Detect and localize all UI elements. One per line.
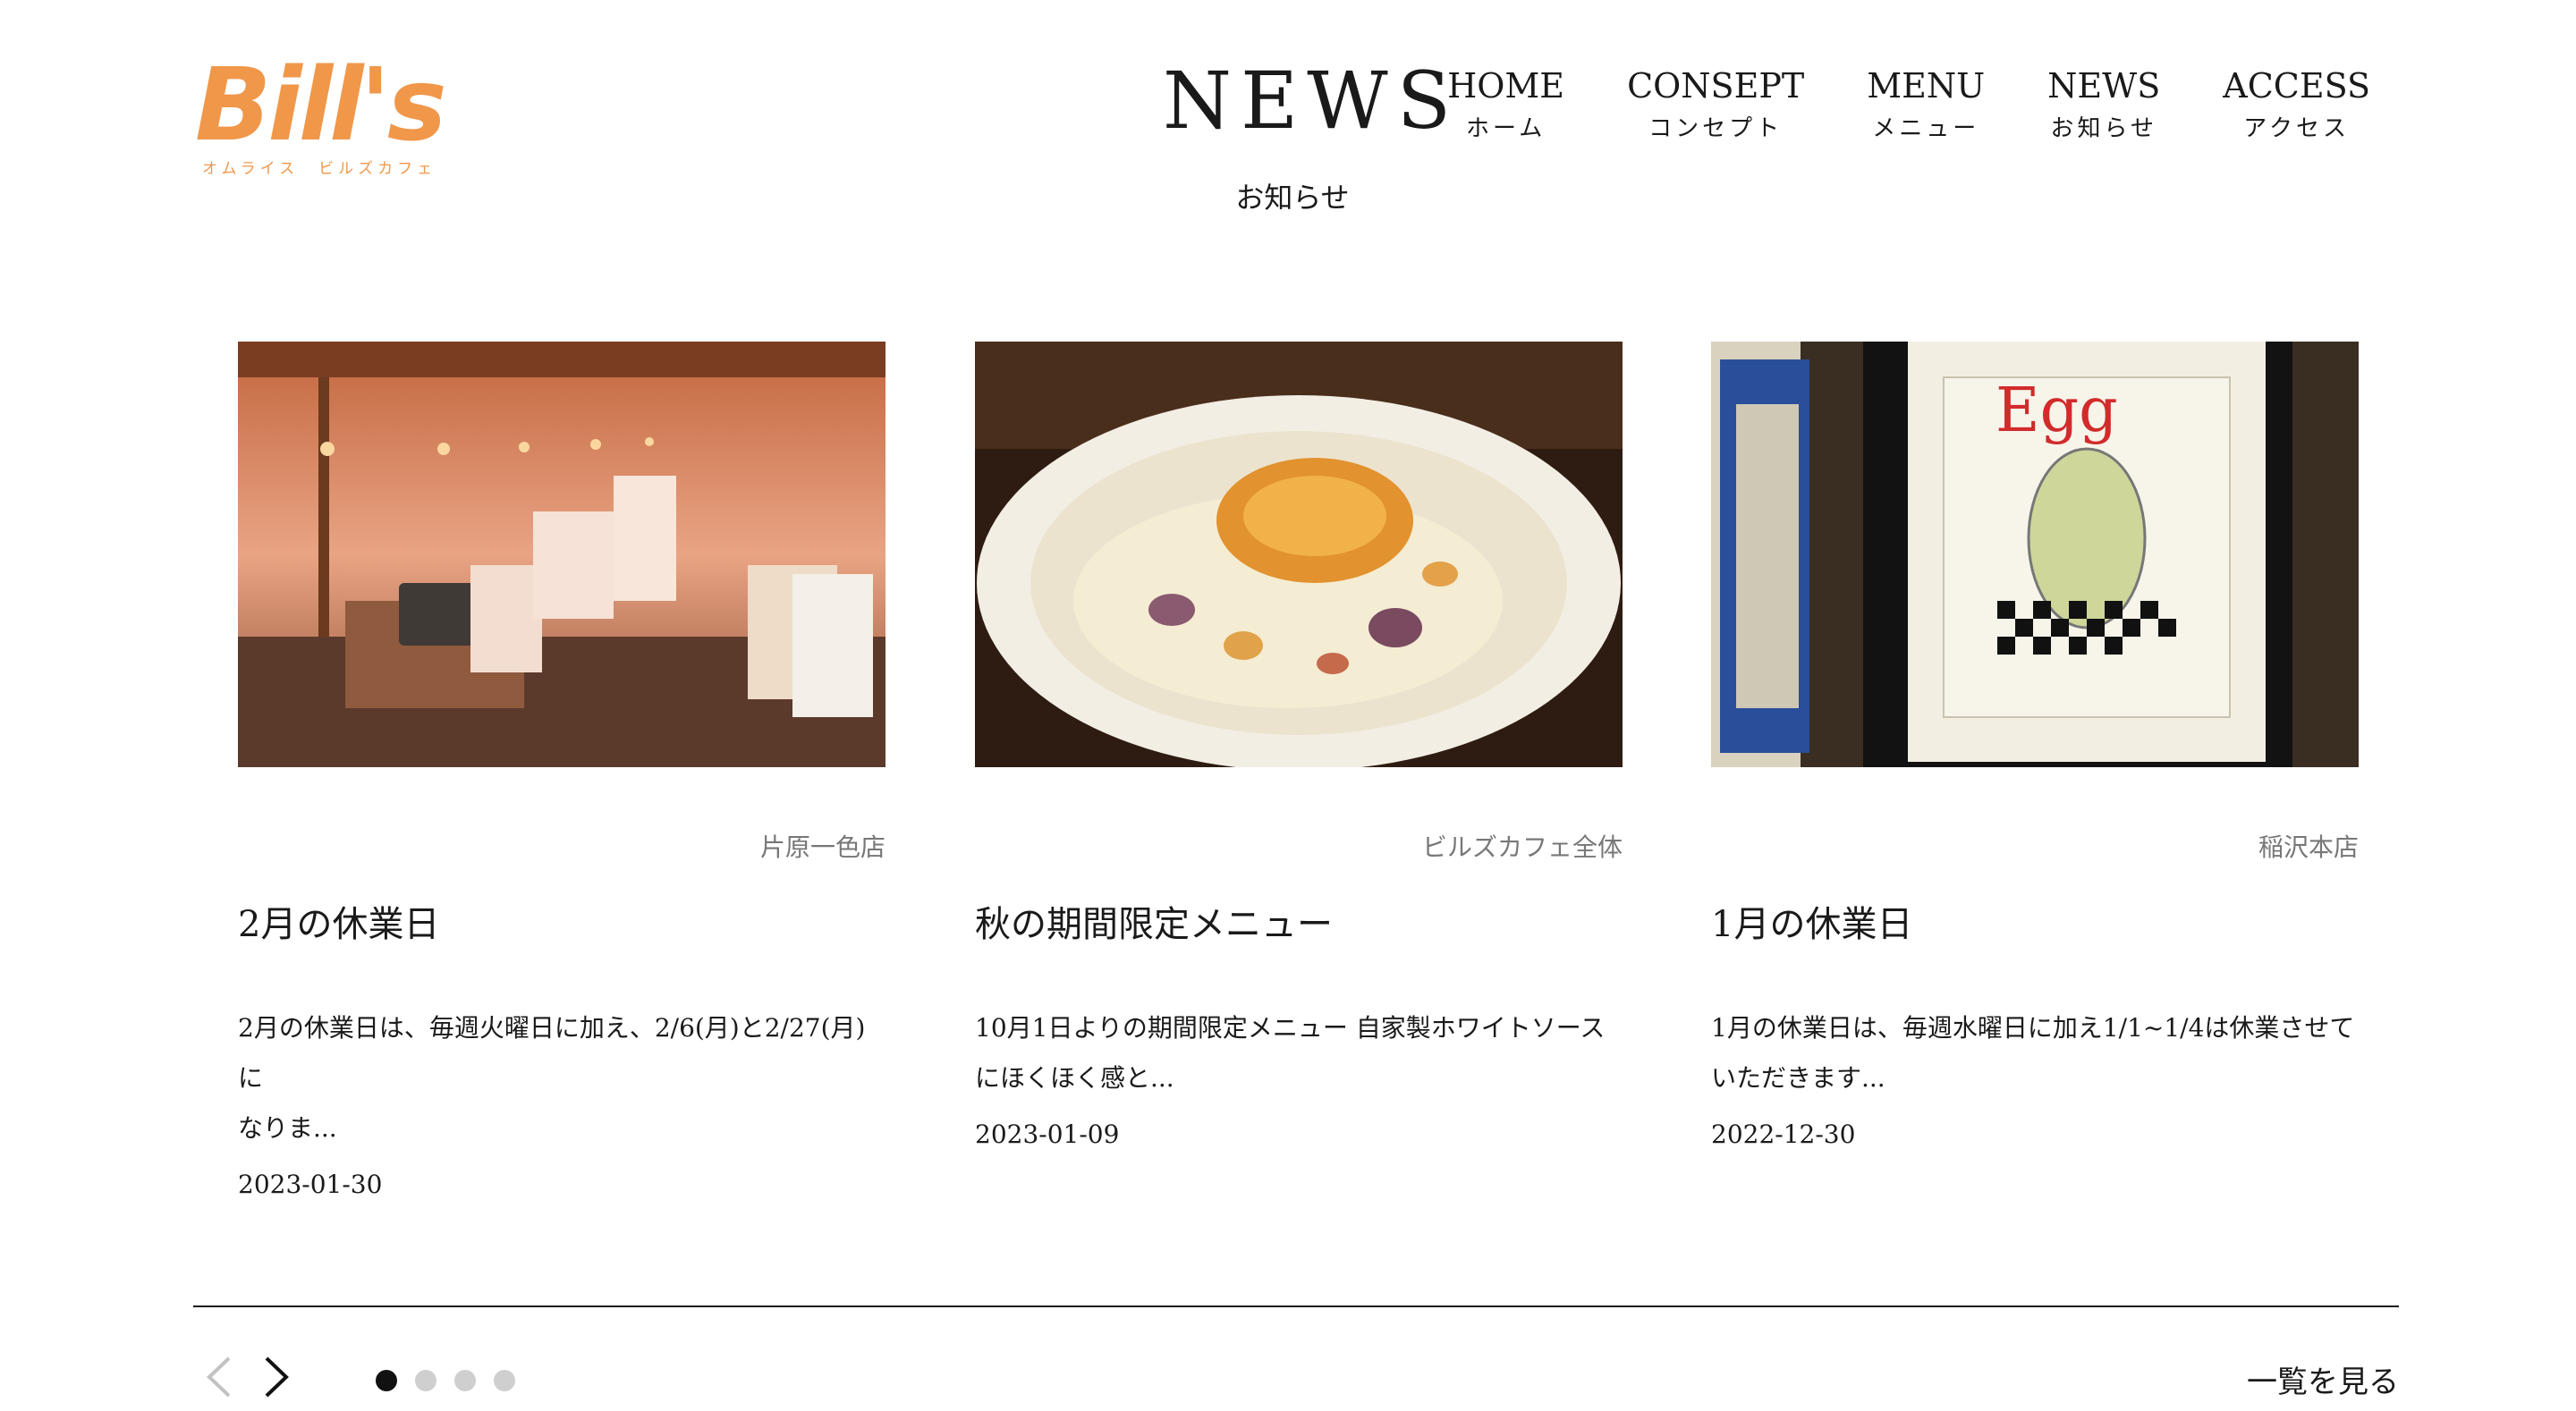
nav-item-access[interactable]: ACCESS アクセス <box>2223 63 2370 148</box>
news-title[interactable]: 秋の期間限定メニュー <box>975 898 1623 951</box>
store-label: ビルズカフェ全体 <box>1421 832 1623 862</box>
news-date: 2022-12-30 <box>1711 1120 1856 1149</box>
view-all-link[interactable]: 一覧を見る <box>2247 1357 2399 1401</box>
news-image-omurice[interactable] <box>975 342 1623 767</box>
nav-item-home[interactable]: HOME ホーム <box>1447 63 1564 148</box>
store-label: 稲沢本店 <box>2258 832 2359 862</box>
nav-label-en: ACCESS <box>2223 66 2370 106</box>
excerpt-line: 10月1日よりの期間限定メニュー 自家製ホワイトソース <box>975 1013 1606 1043</box>
excerpt-line: なりま... <box>238 1113 337 1143</box>
nav-label-ja: アクセス <box>2243 115 2350 142</box>
omurice-photo <box>975 342 1623 767</box>
store-label: 片原一色店 <box>759 832 886 862</box>
news-image-restaurant-interior[interactable] <box>238 342 886 767</box>
news-card[interactable]: 片原一色店 2月の休業日 2月の休業日は、毎週火曜日に加え、2/6(月)と2/2… <box>238 342 886 1199</box>
nav-item-news[interactable]: NEWS お知らせ <box>2047 63 2160 148</box>
excerpt-line: 2月の休業日は、毎週火曜日に加え、2/6(月)と2/27(月)に <box>238 1013 866 1093</box>
news-card[interactable]: ビルズカフェ全体 秋の期間限定メニュー 10月1日よりの期間限定メニュー 自家製… <box>975 342 1623 1149</box>
page-title: NEWS <box>1163 55 1460 147</box>
nav-label-en: MENU <box>1867 66 1986 106</box>
chevron-left-icon <box>207 1356 231 1398</box>
pagination-dot[interactable] <box>376 1370 397 1391</box>
nav-label-en: HOME <box>1447 66 1565 106</box>
chevron-right-icon <box>265 1356 289 1398</box>
carousel-next-button[interactable] <box>261 1355 292 1399</box>
news-card[interactable]: Egg 稲沢本店 1月の休業日 1月の休業日は、毎週水曜日に加え1/1~1/4は… <box>1711 342 2359 1149</box>
carousel-prev-button[interactable] <box>204 1355 234 1399</box>
news-date: 2023-01-09 <box>975 1120 1120 1149</box>
carousel-pagination <box>376 1370 515 1391</box>
news-image-egg-art[interactable]: Egg <box>1711 342 2359 767</box>
art-title-text: Egg <box>1996 376 2118 446</box>
nav-label-ja: メニュー <box>1872 115 1980 142</box>
pagination-dot[interactable] <box>415 1370 436 1391</box>
nav-label-ja: ホーム <box>1465 115 1546 142</box>
news-date: 2023-01-30 <box>238 1170 383 1199</box>
page-subtitle: お知らせ <box>1235 181 1350 215</box>
excerpt-line: にほくほく感と... <box>975 1063 1174 1093</box>
pagination-dot[interactable] <box>454 1370 476 1391</box>
nav-label-ja: コンセプト <box>1648 115 1784 142</box>
framed-egg-art-photo: Egg <box>1711 342 2359 767</box>
logo-wordmark: Bill's <box>195 47 446 164</box>
nav-label-en: CONSEPT <box>1627 66 1805 106</box>
news-excerpt: 2月の休業日は、毎週火曜日に加え、2/6(月)と2/27(月)に なりま... <box>238 1003 886 1153</box>
restaurant-interior-photo <box>238 342 886 767</box>
logo-tagline: オムライス ビルズカフェ <box>202 160 437 178</box>
nav-item-menu[interactable]: MENU メニュー <box>1867 63 1985 148</box>
nav-label-ja: お知らせ <box>2050 115 2157 142</box>
excerpt-line: 1月の休業日は、毎週水曜日に加え1/1~1/4は休業させて <box>1711 1013 2355 1043</box>
nav-label-en: NEWS <box>2047 66 2161 106</box>
excerpt-line: いただきます... <box>1711 1063 1885 1093</box>
section-divider <box>193 1305 2399 1307</box>
news-excerpt: 10月1日よりの期間限定メニュー 自家製ホワイトソース にほくほく感と... <box>975 1003 1623 1103</box>
main-nav: HOME ホーム CONSEPT コンセプト MENU メニュー NEWS お知… <box>1447 63 2370 148</box>
news-title[interactable]: 1月の休業日 <box>1711 898 2359 951</box>
nav-item-concept[interactable]: CONSEPT コンセプト <box>1627 63 1804 148</box>
news-excerpt: 1月の休業日は、毎週水曜日に加え1/1~1/4は休業させて いただきます... <box>1711 1003 2359 1103</box>
brand-logo[interactable]: Bill's オムライス ビルズカフェ <box>195 55 446 181</box>
news-title[interactable]: 2月の休業日 <box>238 898 886 951</box>
pagination-dot[interactable] <box>494 1370 515 1391</box>
